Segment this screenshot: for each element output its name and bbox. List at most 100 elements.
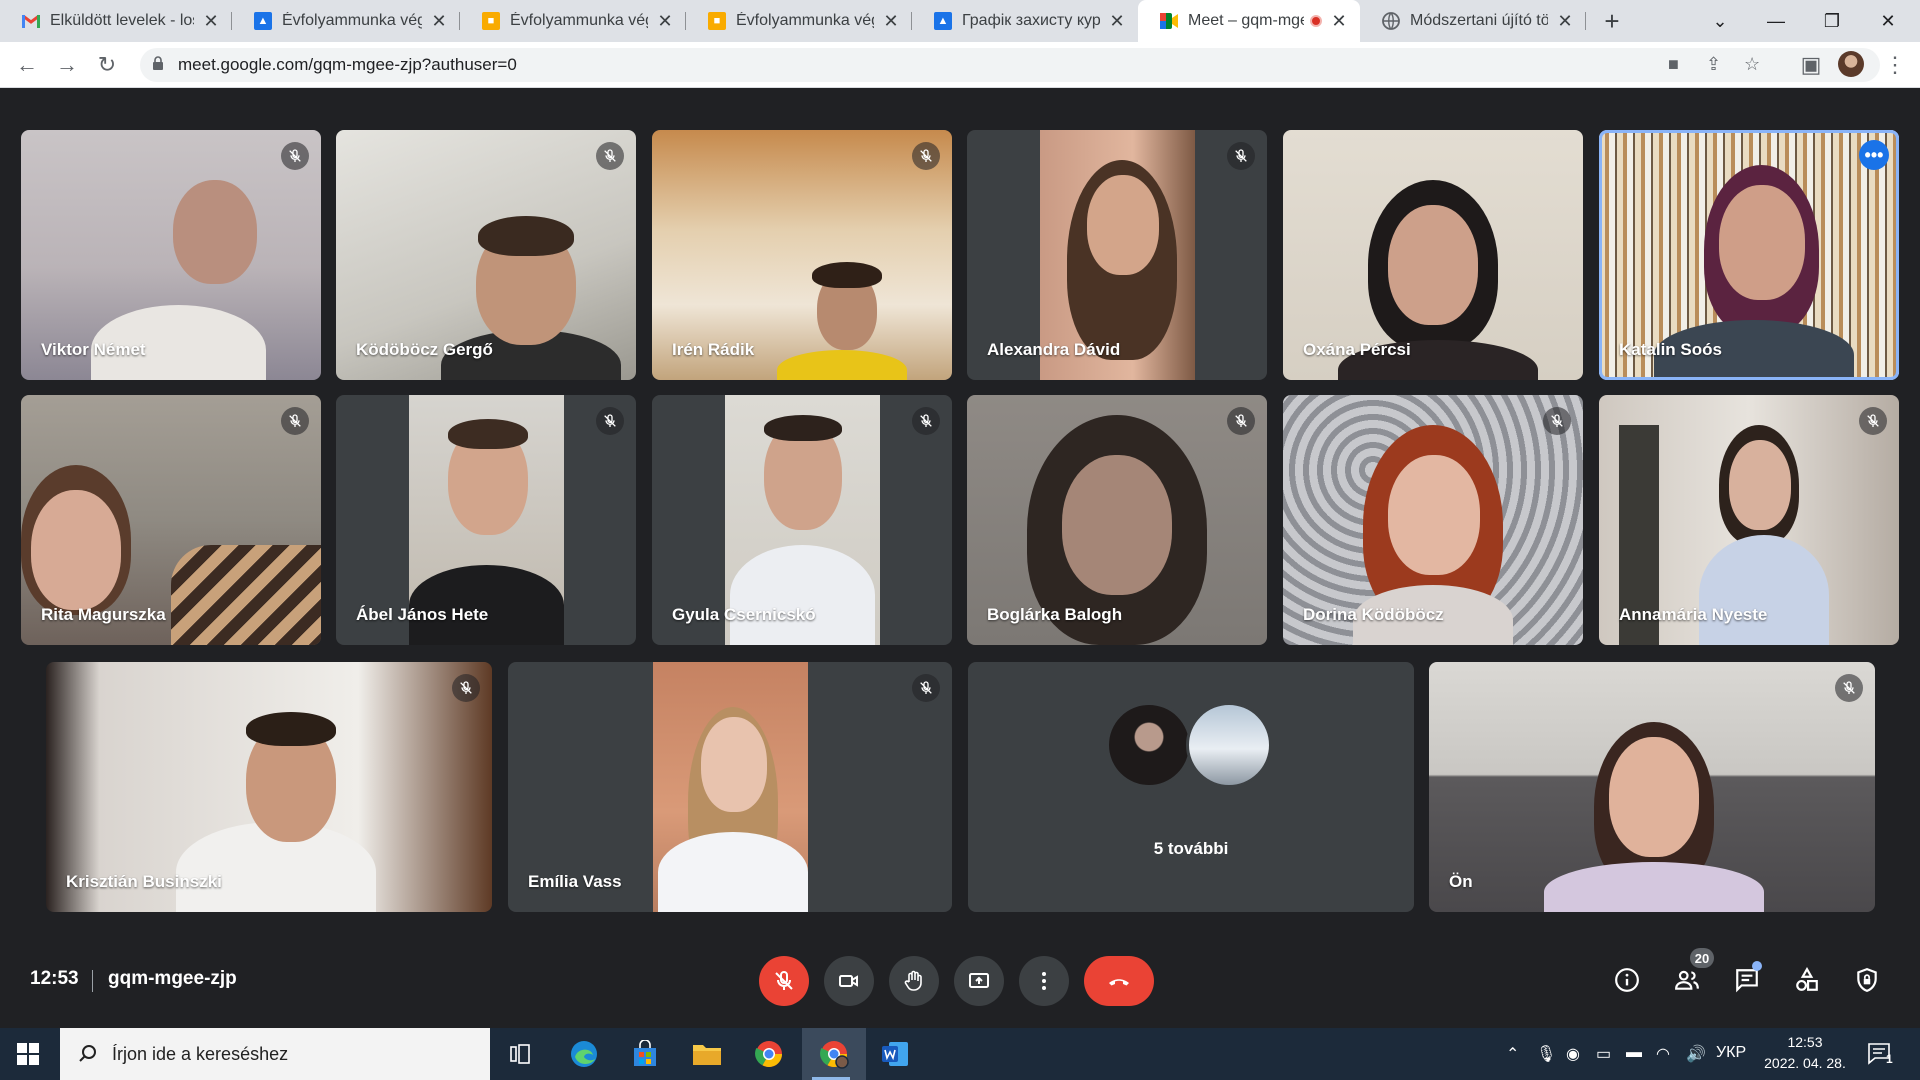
taskbar-clock[interactable]: 12:53 2022. 04. 28. (1750, 1032, 1860, 1074)
participant-tile[interactable]: Emília Vass (508, 662, 952, 912)
participant-tile[interactable]: Boglárka Balogh (967, 395, 1267, 645)
share-icon[interactable]: ⇪ (1706, 54, 1721, 75)
word-icon (882, 1042, 908, 1066)
chrome-icon (755, 1041, 783, 1068)
participant-tile[interactable]: Annamária Nyeste (1599, 395, 1899, 645)
activities-button[interactable] (1787, 960, 1827, 1000)
close-tab-icon[interactable]: ✕ (1330, 11, 1348, 32)
present-screen-button[interactable] (954, 956, 1004, 1006)
mic-off-icon (912, 142, 940, 170)
mic-off-icon (1835, 674, 1863, 702)
microphone-tray-icon[interactable]: 🎙 (1536, 1044, 1556, 1064)
google-classroom-icon: ■ (708, 12, 726, 30)
participant-tile[interactable]: Dorina Ködöböcz (1283, 395, 1583, 645)
chrome-menu-icon[interactable]: ⋮ (1880, 50, 1910, 80)
taskbar-file-explorer[interactable] (678, 1028, 736, 1080)
recording-indicator-icon (1310, 15, 1322, 27)
participant-name: Emília Vass (528, 872, 622, 891)
action-center-button[interactable]: 1 (1866, 1040, 1896, 1068)
new-tab-button[interactable]: + (1598, 0, 1626, 42)
more-participants-tile[interactable]: 5 további (968, 662, 1414, 912)
wifi-icon[interactable]: ◠ (1656, 1044, 1670, 1064)
mic-off-icon (596, 407, 624, 435)
input-language-indicator[interactable]: УКР (1716, 1044, 1746, 1062)
bookmark-star-icon[interactable]: ☆ (1744, 54, 1760, 75)
more-options-button[interactable] (1019, 956, 1069, 1006)
close-tab-icon[interactable]: ✕ (202, 11, 220, 32)
mic-off-icon (452, 674, 480, 702)
taskbar-chrome[interactable] (740, 1028, 798, 1080)
microphone-toggle-button[interactable] (759, 956, 809, 1006)
participant-tile[interactable]: Viktor Német (21, 130, 321, 380)
show-hidden-icons-chevron-icon[interactable]: ⌃ (1506, 1044, 1519, 1064)
browser-tab-strip: Elküldött levelek - los ✕ ▲ Évfolyammunk… (0, 0, 1920, 42)
close-tab-icon[interactable]: ✕ (656, 11, 674, 32)
participant-tile[interactable]: Rita Magurszka (21, 395, 321, 645)
taskbar-store[interactable] (616, 1028, 674, 1080)
more-options-icon[interactable]: ••• (1859, 140, 1889, 170)
participant-avatar (1186, 702, 1272, 788)
minimize-window-button[interactable]: — (1748, 0, 1804, 42)
camera-toggle-button[interactable] (824, 956, 874, 1006)
battery-icon[interactable]: ▬ (1626, 1044, 1642, 1062)
raise-hand-button[interactable] (889, 956, 939, 1006)
people-icon (1675, 970, 1699, 990)
google-classroom-icon: ■ (482, 12, 500, 30)
tab-search-chevron-icon[interactable]: ⌄ (1692, 0, 1748, 42)
reload-button[interactable]: ↻ (92, 50, 122, 80)
volume-icon[interactable]: 🔊 (1686, 1044, 1706, 1064)
back-button[interactable]: ← (12, 50, 42, 80)
meeting-details-button[interactable] (1607, 960, 1647, 1000)
participant-tile[interactable]: ••• Katalin Soós (1599, 130, 1899, 380)
profile-avatar[interactable] (1838, 51, 1864, 77)
camera-in-use-icon[interactable]: ■ (1668, 54, 1679, 75)
tab-document-2[interactable]: ▲ Графік захисту курсо ✕ (912, 0, 1138, 42)
chat-notification-dot (1752, 961, 1762, 971)
host-controls-button[interactable] (1847, 960, 1887, 1000)
tab-document-1[interactable]: ▲ Évfolyammunka végle ✕ (232, 0, 460, 42)
close-window-button[interactable]: ✕ (1860, 0, 1916, 42)
leave-call-button[interactable] (1084, 956, 1154, 1006)
participant-tile[interactable]: Ködöböcz Gergő (336, 130, 636, 380)
tab-gmail[interactable]: Elküldött levelek - los ✕ (0, 0, 232, 42)
taskbar-edge[interactable] (555, 1028, 613, 1080)
taskbar-word[interactable] (866, 1028, 924, 1080)
close-tab-icon[interactable]: ✕ (1108, 11, 1126, 32)
taskbar-chrome-profile[interactable] (802, 1028, 866, 1080)
participant-tile[interactable]: Irén Rádik (652, 130, 952, 380)
info-icon (1615, 968, 1639, 992)
google-meet-icon (1160, 12, 1178, 30)
close-tab-icon[interactable]: ✕ (882, 11, 900, 32)
google-docs-person-icon: ▲ (254, 12, 272, 30)
tab-classroom-1[interactable]: ■ Évfolyammunka végle ✕ (460, 0, 686, 42)
address-bar[interactable]: meet.google.com/gqm-mgee-zjp?authuser=0 … (140, 48, 1880, 82)
tab-meet[interactable]: Meet – gqm-mge ✕ (1138, 0, 1360, 42)
participant-tile[interactable]: Ábel János Hete (336, 395, 636, 645)
taskbar-search-box[interactable]: Írjon ide a kereséshez (60, 1028, 490, 1080)
participant-tile[interactable]: Oxána Pércsi (1283, 130, 1583, 380)
windows-start-button[interactable] (0, 1028, 56, 1080)
windows-logo-icon (17, 1043, 39, 1065)
maximize-window-button[interactable]: ❐ (1804, 0, 1860, 42)
side-panel-icon[interactable]: ▣ (1796, 50, 1826, 80)
folder-icon (693, 1045, 721, 1065)
participant-name: Gyula Csernicskó (672, 605, 816, 624)
participant-tile[interactable]: Gyula Csernicskó (652, 395, 952, 645)
close-tab-icon[interactable]: ✕ (430, 11, 448, 32)
display-tray-icon[interactable]: ▭ (1596, 1044, 1611, 1064)
raise-hand-icon (904, 970, 922, 991)
forward-button[interactable]: → (52, 50, 82, 80)
participant-tile[interactable]: Alexandra Dávid (967, 130, 1267, 380)
participant-tile[interactable]: Ön (1429, 662, 1875, 912)
participant-avatar (1106, 702, 1192, 788)
task-view-icon (510, 1044, 530, 1064)
webcam-tray-icon[interactable]: ◉ (1566, 1044, 1580, 1064)
taskbar-date: 2022. 04. 28. (1764, 1055, 1846, 1071)
globe-icon (1382, 12, 1400, 30)
participant-tile[interactable]: Krisztián Businszki (46, 662, 492, 912)
task-view-button[interactable] (492, 1028, 550, 1080)
mic-off-icon (775, 970, 793, 990)
tab-classroom-2[interactable]: ■ Évfolyammunka végle ✕ (686, 0, 912, 42)
close-tab-icon[interactable]: ✕ (1556, 11, 1574, 32)
tab-website[interactable]: Módszertani újító tör ✕ (1360, 0, 1586, 42)
